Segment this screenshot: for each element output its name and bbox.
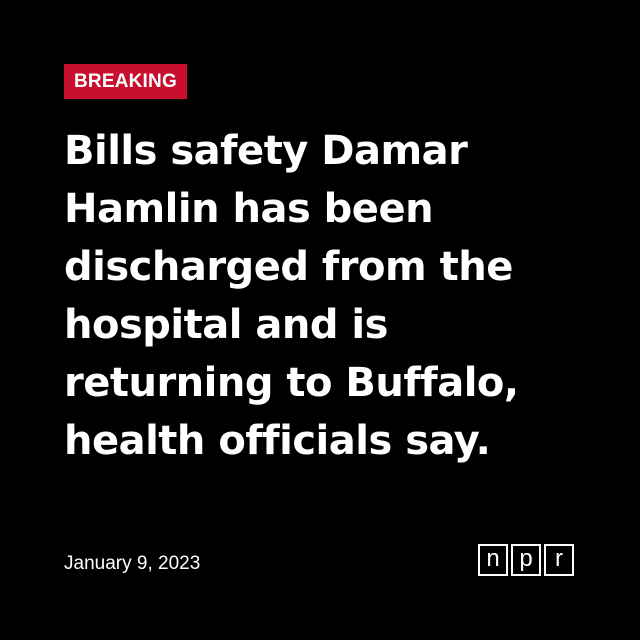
headline-line: discharged from the bbox=[64, 244, 513, 290]
headline-line: Bills safety Damar bbox=[64, 128, 468, 174]
npr-logo: n p r bbox=[478, 544, 574, 576]
headline-line: hospital and is bbox=[64, 302, 388, 348]
headline-line: Hamlin has been bbox=[64, 186, 434, 232]
logo-letter-r: r bbox=[544, 544, 574, 576]
logo-letter-p: p bbox=[511, 544, 541, 576]
logo-letter-n: n bbox=[478, 544, 508, 576]
breaking-badge: BREAKING bbox=[64, 64, 187, 99]
publish-date: January 9, 2023 bbox=[64, 553, 201, 574]
headline: Bills safety Damar Hamlin has been disch… bbox=[64, 122, 584, 470]
breaking-news-card: BREAKING Bills safety Damar Hamlin has b… bbox=[0, 0, 640, 640]
headline-line: health officials say. bbox=[64, 418, 491, 464]
headline-line: returning to Buffalo, bbox=[64, 360, 519, 406]
